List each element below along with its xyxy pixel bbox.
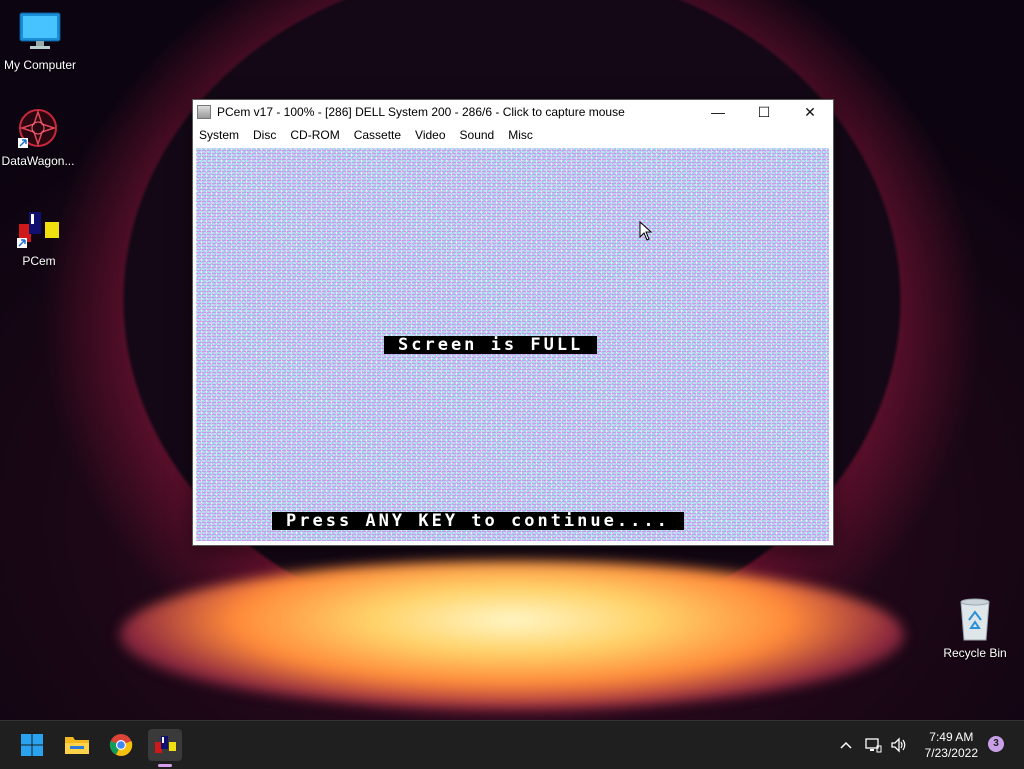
- desktop-icon-label: My Computer: [3, 58, 77, 72]
- taskbar-file-explorer[interactable]: [60, 729, 94, 761]
- desktop-icon-label: PCem: [22, 254, 56, 268]
- menu-cassette[interactable]: Cassette: [354, 128, 401, 142]
- taskbar-clock[interactable]: 7:49 AM 7/23/2022: [925, 729, 978, 761]
- desktop-icon-my-computer[interactable]: My Computer: [0, 10, 80, 72]
- desktop-icon-recycle-bin[interactable]: Recycle Bin: [935, 598, 1015, 660]
- menu-system[interactable]: System: [199, 128, 239, 142]
- datawagon-icon: [16, 106, 60, 150]
- minimize-button[interactable]: —: [695, 100, 741, 124]
- pcem-window: PCem v17 - 100% - [286] DELL System 200 …: [192, 99, 834, 546]
- mouse-pointer-icon: [639, 221, 653, 241]
- start-button[interactable]: [15, 729, 49, 761]
- menu-bar: System Disc CD-ROM Cassette Video Sound …: [193, 124, 833, 146]
- taskbar-chrome[interactable]: [104, 729, 138, 761]
- maximize-button[interactable]: ☐: [741, 100, 787, 124]
- chevron-up-icon[interactable]: [838, 737, 854, 753]
- menu-sound[interactable]: Sound: [460, 128, 495, 142]
- pcem-window-icon: [197, 105, 211, 119]
- desktop-icon-pcem[interactable]: PCem: [0, 210, 79, 268]
- menu-disc[interactable]: Disc: [253, 128, 276, 142]
- emulator-screen[interactable]: Screen is FULL Press ANY KEY to continue…: [196, 148, 829, 541]
- clock-date: 7/23/2022: [924, 746, 978, 760]
- desktop-icon-datawagon[interactable]: DataWagon...: [0, 106, 78, 168]
- network-icon[interactable]: [864, 737, 882, 753]
- system-tray: [838, 721, 908, 769]
- desktop-icon-label: DataWagon...: [1, 154, 75, 168]
- chrome-icon: [109, 734, 133, 756]
- pcem-icon: [15, 210, 63, 250]
- volume-icon[interactable]: [890, 737, 908, 753]
- clock-time: 7:49 AM: [929, 730, 974, 744]
- active-app-indicator: [158, 764, 172, 767]
- close-button[interactable]: ✕: [787, 100, 833, 124]
- recycle-bin-icon: [955, 598, 995, 642]
- screen-full-message: Screen is FULL: [384, 336, 598, 354]
- windows-logo-icon: [21, 734, 43, 756]
- monitor-icon: [18, 10, 62, 54]
- press-any-key-prompt: Press ANY KEY to continue....: [272, 512, 684, 530]
- notification-badge[interactable]: 3: [988, 736, 1004, 752]
- window-titlebar[interactable]: PCem v17 - 100% - [286] DELL System 200 …: [193, 100, 833, 124]
- menu-cd-rom[interactable]: CD-ROM: [290, 128, 339, 142]
- menu-video[interactable]: Video: [415, 128, 445, 142]
- desktop-icon-label: Recycle Bin: [943, 646, 1007, 660]
- wallpaper-glow: [120, 560, 904, 710]
- taskbar: 7:49 AM 7/23/2022: [0, 720, 1024, 769]
- menu-misc[interactable]: Misc: [508, 128, 533, 142]
- window-title: PCem v17 - 100% - [286] DELL System 200 …: [217, 105, 625, 119]
- pcem-icon: [155, 736, 176, 753]
- taskbar-pcem[interactable]: [148, 729, 182, 767]
- folder-icon: [65, 737, 89, 754]
